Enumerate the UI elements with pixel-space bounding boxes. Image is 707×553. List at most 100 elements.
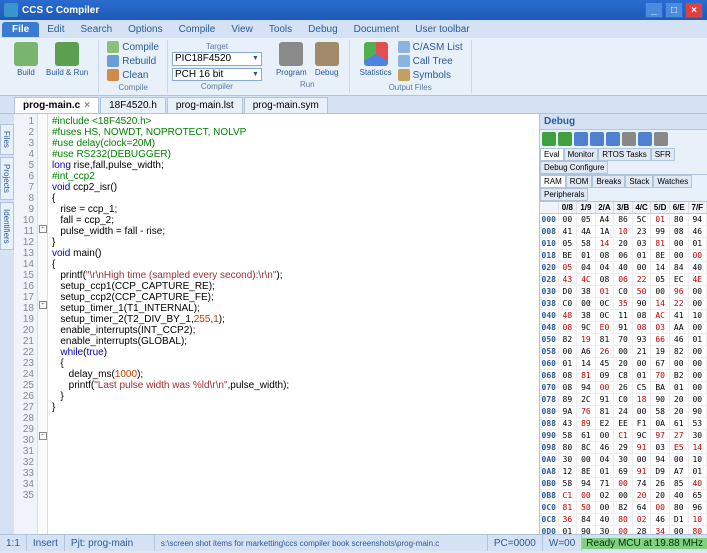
debug-button[interactable]: Debug xyxy=(311,40,343,79)
menu-options[interactable]: Options xyxy=(120,22,170,37)
menu-search[interactable]: Search xyxy=(72,22,120,37)
dtab-ram[interactable]: RAM xyxy=(540,175,566,188)
ram-row[interactable]: 0884389E2EEF10A6153 xyxy=(540,418,707,430)
ram-row[interactable]: 07008940026C5BA0100 xyxy=(540,382,707,394)
symbols-button[interactable]: Symbols xyxy=(396,68,465,82)
debug-tabs-row2: RAMROMBreaksStackWatches Peripherals xyxy=(540,175,707,202)
ram-row[interactable]: 028434C08062205EC4E xyxy=(540,274,707,286)
menu-document[interactable]: Document xyxy=(346,22,408,37)
ram-row[interactable]: 0100558142003810001 xyxy=(540,238,707,250)
arrow-icon xyxy=(107,41,119,53)
debug-toolbar xyxy=(540,130,707,148)
sidetab-projects[interactable]: Projects xyxy=(0,157,14,200)
ram-row[interactable]: 0A03000043000940010 xyxy=(540,454,707,466)
menu-view[interactable]: View xyxy=(223,22,261,37)
reset-icon[interactable] xyxy=(606,132,620,146)
code-editor[interactable]: 1234567891011121314151617181920212223242… xyxy=(14,114,539,534)
dtab-rom[interactable]: ROM xyxy=(566,175,593,188)
statistics-button[interactable]: Statistics xyxy=(356,40,396,82)
ram-row[interactable]: 0D00190300028340080 xyxy=(540,526,707,534)
ram-row[interactable]: 018BE010806018E0000 xyxy=(540,250,707,262)
gear-icon[interactable] xyxy=(654,132,668,146)
rebuild-button[interactable]: Rebuild xyxy=(105,54,161,68)
ram-row[interactable]: 04048380C1108AC4110 xyxy=(540,310,707,322)
ram-row[interactable]: 0809A76812400582090 xyxy=(540,406,707,418)
program-button[interactable]: Program xyxy=(272,40,311,79)
ram-row[interactable]: 048089CE0910803AA00 xyxy=(540,322,707,334)
dtab-sfr[interactable]: SFR xyxy=(651,148,675,161)
dtab-watches[interactable]: Watches xyxy=(653,175,692,188)
ram-row[interactable]: 0C08150008264008096 xyxy=(540,502,707,514)
ram-row[interactable]: 030D03801C050009600 xyxy=(540,286,707,298)
menu-user-toolbar[interactable]: User toolbar xyxy=(407,22,477,37)
dtab-stack[interactable]: Stack xyxy=(625,175,653,188)
tab-prog-main-sym[interactable]: prog-main.sym xyxy=(244,97,328,113)
hammer-icon xyxy=(14,42,38,66)
ram-col-header xyxy=(540,202,559,213)
tab-prog-main-lst[interactable]: prog-main.lst xyxy=(167,97,243,113)
stepout-icon[interactable] xyxy=(590,132,604,146)
calltree-button[interactable]: Call Tree xyxy=(396,54,465,68)
ram-row[interactable]: 05800A6260021198200 xyxy=(540,346,707,358)
build-button[interactable]: Build xyxy=(10,40,42,79)
target-compiler-combo[interactable]: PCH 16 bit▼ xyxy=(172,68,262,82)
ram-row[interactable]: 0A8128E016991D9A701 xyxy=(540,466,707,478)
help-icon[interactable] xyxy=(638,132,652,146)
menu-debug[interactable]: Debug xyxy=(300,22,345,37)
target-chip-combo[interactable]: PIC18F4520▼ xyxy=(172,52,262,66)
ram-col-header: 6/E xyxy=(670,202,689,213)
fold-toggle[interactable]: - xyxy=(39,301,47,309)
ram-row[interactable]: 008414A1A1023990846 xyxy=(540,226,707,238)
dtab-monitor[interactable]: Monitor xyxy=(564,148,599,161)
ram-row[interactable]: 0000005A4865C018094 xyxy=(540,214,707,226)
list-icon xyxy=(398,41,410,53)
dtab-debug-configure[interactable]: Debug Configure xyxy=(540,161,608,174)
ram-row[interactable]: 0508219817093664601 xyxy=(540,334,707,346)
stepover-icon[interactable] xyxy=(574,132,588,146)
menu-compile[interactable]: Compile xyxy=(171,22,224,37)
close-button[interactable]: × xyxy=(685,2,703,18)
menu-file[interactable]: File xyxy=(2,22,39,37)
dtab-eval[interactable]: Eval xyxy=(540,148,564,161)
tab-prog-main-c[interactable]: prog-main.c× xyxy=(14,97,99,113)
halt-icon[interactable] xyxy=(622,132,636,146)
step-icon[interactable] xyxy=(558,132,572,146)
pc-value: PC=0000 xyxy=(488,535,543,551)
ram-row[interactable]: 038C0000C3590142200 xyxy=(540,298,707,310)
ram-row[interactable]: 0B05894710074268540 xyxy=(540,478,707,490)
clean-button[interactable]: Clean xyxy=(105,68,161,82)
ram-row[interactable]: 090586100C19C972730 xyxy=(540,430,707,442)
ram-col-header: 5/D xyxy=(651,202,670,213)
ram-body[interactable]: 0000005A4865C018094008414A1A102399084601… xyxy=(540,214,707,534)
fold-toggle[interactable]: - xyxy=(39,432,47,440)
dtab-rtos-tasks[interactable]: RTOS Tasks xyxy=(598,148,650,161)
ram-row[interactable]: 0600114452000670000 xyxy=(540,358,707,370)
bug-icon xyxy=(315,42,339,66)
ram-row[interactable]: 0200504044000148440 xyxy=(540,262,707,274)
minimize-button[interactable]: _ xyxy=(645,2,663,18)
ram-row[interactable]: 078892C91C018902000 xyxy=(540,394,707,406)
maximize-button[interactable]: □ xyxy=(665,2,683,18)
tab-close-icon[interactable]: × xyxy=(84,100,90,111)
dtab-peripherals[interactable]: Peripherals xyxy=(540,188,588,201)
tab-18F4520-h[interactable]: 18F4520.h xyxy=(100,97,166,113)
menu-edit[interactable]: Edit xyxy=(39,22,72,37)
buildrun-button[interactable]: Build & Run xyxy=(42,40,92,79)
output-group-label: Output Files xyxy=(389,83,432,92)
sidetab-files[interactable]: Files xyxy=(0,124,14,155)
ram-row[interactable]: 0B8C100020020204065 xyxy=(540,490,707,502)
ram-row[interactable]: 0C8368440800246D110 xyxy=(540,514,707,526)
ram-row[interactable]: 068088109C80170B200 xyxy=(540,370,707,382)
buildrun-label: Build & Run xyxy=(46,68,88,77)
ram-row[interactable]: 098808C46299103E514 xyxy=(540,442,707,454)
menu-tools[interactable]: Tools xyxy=(261,22,300,37)
casm-button[interactable]: C/ASM List xyxy=(396,40,465,54)
go-icon[interactable] xyxy=(542,132,556,146)
code-content[interactable]: #include <18F4520.h>#fuses HS, NOWDT, NO… xyxy=(48,114,539,534)
fold-toggle[interactable]: - xyxy=(39,225,47,233)
insert-mode: Insert xyxy=(27,535,65,551)
compile-button[interactable]: Compile xyxy=(105,40,161,54)
sidetab-identifiers[interactable]: Identifiers xyxy=(0,202,14,251)
dtab-breaks[interactable]: Breaks xyxy=(592,175,625,188)
ram-header: 0/81/92/A3/B4/C5/D6/E7/F xyxy=(540,202,707,214)
